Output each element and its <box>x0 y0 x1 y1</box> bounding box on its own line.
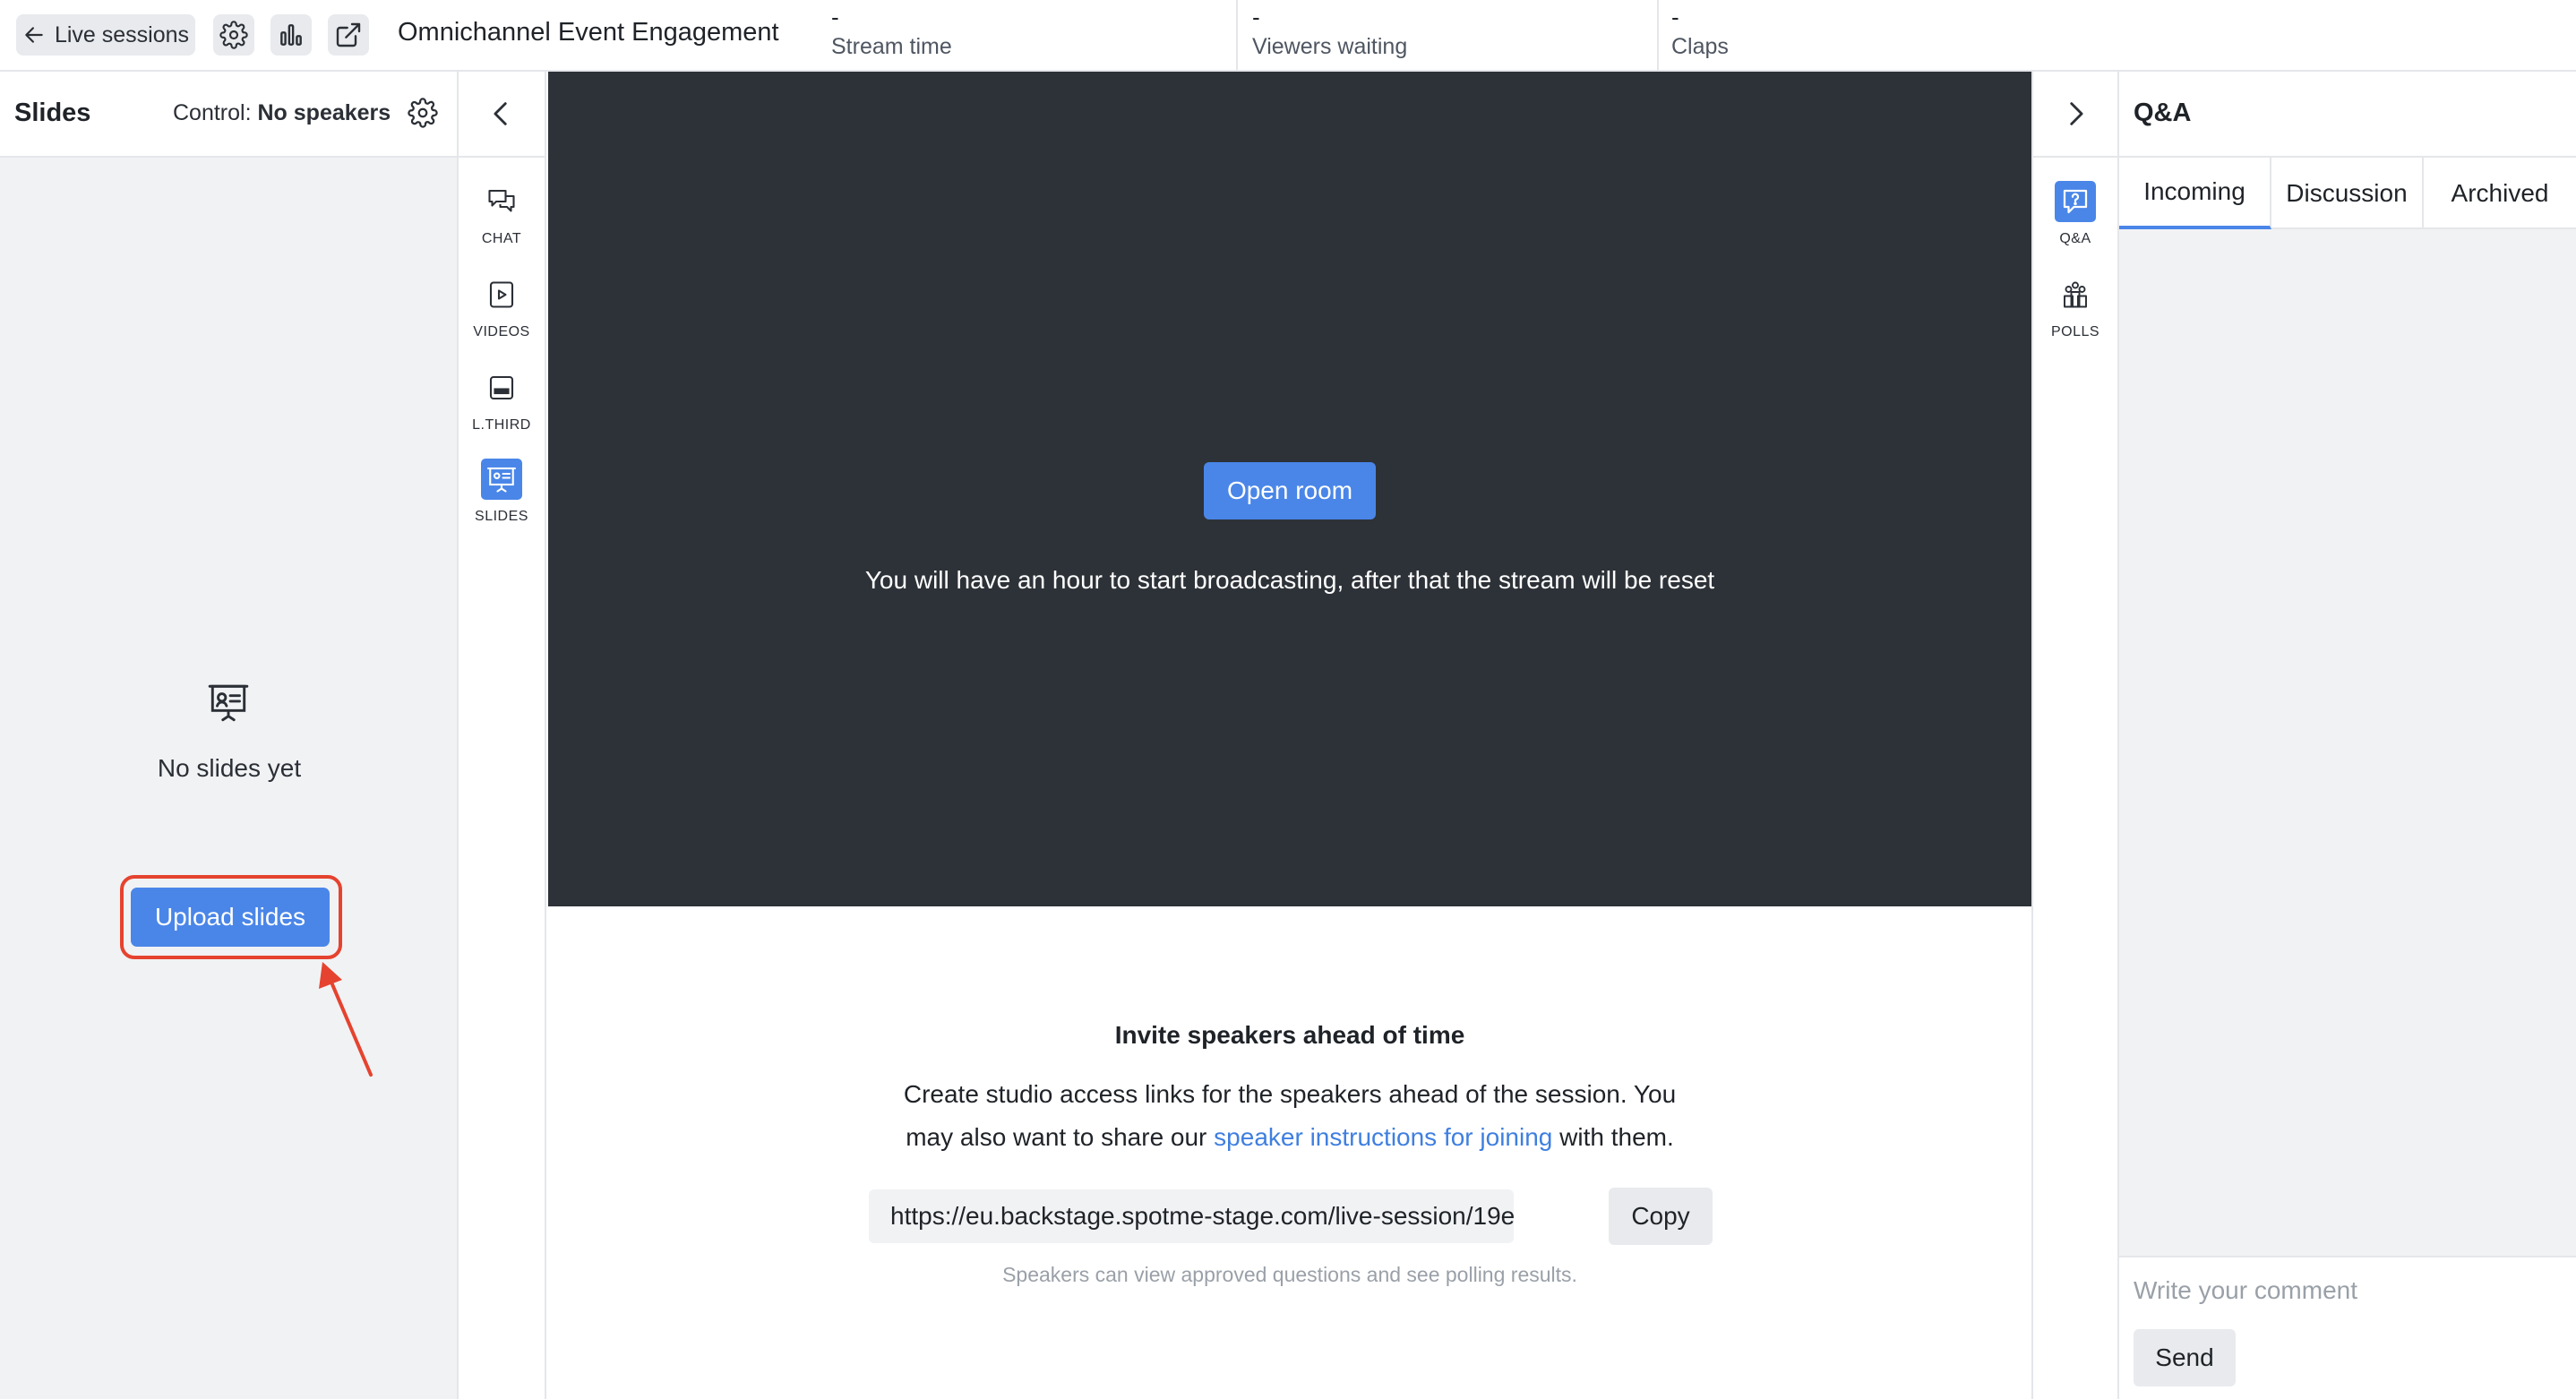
stat-value: - <box>1671 4 1679 30</box>
tool-lower-third[interactable]: L.THIRD <box>459 367 545 448</box>
divider <box>1236 0 1238 72</box>
slides-panel-header: Slides Control: No speakers <box>0 72 457 158</box>
send-button[interactable]: Send <box>2134 1329 2236 1386</box>
slides-panel: Slides Control: No speakers No slides ye… <box>0 72 459 1399</box>
tool-polls[interactable]: POLLS <box>2033 274 2117 355</box>
qa-icon <box>2055 181 2096 222</box>
upload-slides-button[interactable]: Upload slides <box>131 888 330 947</box>
slide-control-settings-button[interactable] <box>407 97 439 129</box>
collapse-panel-button[interactable] <box>459 72 545 158</box>
open-external-button[interactable] <box>328 14 369 56</box>
left-tool-rail: CHAT VIDEOS L.THIRD SLIDES <box>459 72 546 1399</box>
stat-value: - <box>831 4 839 30</box>
tab-archived[interactable]: Archived <box>2424 158 2576 229</box>
slide-control-status: Control: No speakers <box>173 100 391 126</box>
tab-incoming[interactable]: Incoming <box>2119 158 2271 229</box>
video-icon <box>481 274 522 315</box>
no-slides-message: No slides yet <box>157 754 302 782</box>
comment-input[interactable] <box>2134 1272 2563 1309</box>
right-tool-rail: Q&A POLLS <box>2031 72 2119 1399</box>
tool-chat[interactable]: CHAT <box>459 181 545 262</box>
external-link-icon <box>336 22 361 47</box>
control-label: Control: <box>173 100 252 125</box>
stat-label: Stream time <box>831 34 952 59</box>
tool-label: L.THIRD <box>472 417 531 433</box>
qa-panel-title: Q&A <box>2134 99 2192 127</box>
qa-panel-header: Q&A <box>2119 72 2576 158</box>
chevron-right-icon <box>2070 102 2083 125</box>
top-bar: Live sessions Omnichannel Event Engageme… <box>0 0 2576 72</box>
invite-title: Invite speakers ahead of time <box>1114 1021 1465 1049</box>
studio-access-url-field[interactable]: https://eu.backstage.spotme-stage.com/li… <box>869 1189 1514 1243</box>
back-button-label: Live sessions <box>54 21 190 47</box>
speaker-permissions-note: Speakers can view approved questions and… <box>1002 1263 1577 1286</box>
open-room-button[interactable]: Open room <box>1204 462 1376 519</box>
gear-icon <box>408 98 438 128</box>
gear-icon <box>219 21 248 49</box>
copy-url-button[interactable]: Copy <box>1609 1188 1713 1245</box>
divider <box>1657 0 1659 72</box>
tool-label: POLLS <box>2050 324 2100 339</box>
tool-label: CHAT <box>481 231 522 246</box>
stream-preview: Open room You will have an hour to start… <box>548 72 2031 906</box>
annotation-arrow-icon <box>319 962 373 1077</box>
qa-panel: Q&A Incoming Discussion Archived Send <box>2119 72 2576 1399</box>
broadcast-timeout-message: You will have an hour to start broadcast… <box>864 566 1715 594</box>
slides-panel-title: Slides <box>14 99 91 127</box>
tool-label: Q&A <box>2059 231 2091 246</box>
control-value: No speakers <box>257 100 391 125</box>
tab-discussion[interactable]: Discussion <box>2271 158 2424 229</box>
chevron-left-icon <box>494 102 507 125</box>
back-to-live-sessions-button[interactable]: Live sessions <box>16 14 195 56</box>
settings-button[interactable] <box>213 14 254 56</box>
presentation-icon <box>208 684 249 722</box>
event-title: Omnichannel Event Engagement <box>398 18 779 47</box>
slides-icon <box>481 459 522 500</box>
invite-desc-text: with them. <box>1552 1123 1674 1151</box>
expand-panel-button[interactable] <box>2033 72 2117 158</box>
invite-speakers-section: Invite speakers ahead of time Create stu… <box>548 906 2031 1399</box>
analytics-button[interactable] <box>270 14 312 56</box>
speaker-instructions-link[interactable]: speaker instructions for joining <box>1214 1123 1552 1151</box>
stat-value: - <box>1252 4 1260 30</box>
bar-chart-icon <box>280 24 302 46</box>
tool-qa[interactable]: Q&A <box>2033 181 2117 262</box>
qa-tab-row: Incoming Discussion Archived <box>2119 158 2576 229</box>
tool-videos[interactable]: VIDEOS <box>459 274 545 355</box>
tool-slides[interactable]: SLIDES <box>459 459 545 539</box>
chat-icon <box>481 181 522 222</box>
lower-third-icon <box>481 367 522 408</box>
arrow-left-icon <box>25 27 43 43</box>
stat-label: Claps <box>1671 34 1729 59</box>
tool-label: SLIDES <box>475 509 528 524</box>
invite-description: Create studio access links for the speak… <box>880 1073 1700 1159</box>
comment-composer: Send <box>2119 1256 2576 1399</box>
polls-icon <box>2055 274 2096 315</box>
qa-question-list <box>2119 229 2576 1326</box>
tool-label: VIDEOS <box>473 324 530 339</box>
stat-label: Viewers waiting <box>1252 34 1408 59</box>
